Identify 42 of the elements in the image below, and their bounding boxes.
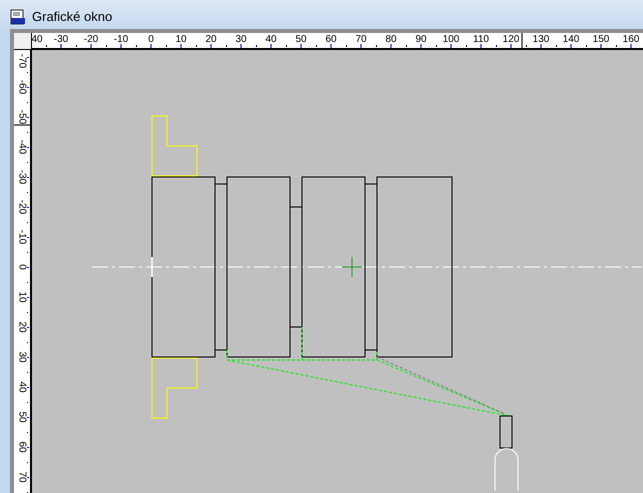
ruler-label: -30 bbox=[16, 168, 28, 186]
ruler-label: 10 bbox=[175, 34, 187, 45]
ruler-label: 50 bbox=[295, 34, 307, 45]
ruler-label: -20 bbox=[16, 198, 28, 216]
ruler-label: 30 bbox=[235, 34, 247, 45]
ruler-label: 100 bbox=[442, 34, 460, 45]
ruler-label: 0 bbox=[16, 263, 28, 272]
edge-mark bbox=[151, 257, 153, 277]
chuck-jaw bbox=[152, 358, 198, 418]
ruler-label: 10 bbox=[16, 290, 28, 305]
ruler-label: 70 bbox=[355, 34, 367, 45]
ruler-label: 50 bbox=[16, 410, 28, 425]
ruler-label: 60 bbox=[16, 440, 28, 455]
ruler-label: -40 bbox=[16, 138, 28, 156]
crosshair-icon bbox=[342, 256, 362, 278]
ruler-label: 0 bbox=[148, 34, 154, 45]
ruler-label: 150 bbox=[592, 34, 610, 45]
ruler-label: 110 bbox=[473, 34, 489, 45]
ruler-label: 120 bbox=[502, 34, 520, 45]
chuck-jaw bbox=[152, 116, 198, 176]
ruler-label: -30 bbox=[54, 34, 68, 45]
ruler-label: 80 bbox=[385, 34, 397, 45]
app-icon bbox=[10, 8, 26, 24]
ruler-label: 40 bbox=[16, 380, 28, 395]
ruler-label: -20 bbox=[84, 34, 98, 45]
ruler-label: 70 bbox=[16, 470, 28, 485]
ruler-label: -50 bbox=[16, 108, 28, 126]
ruler-label: 20 bbox=[205, 34, 217, 45]
ruler-label: 30 bbox=[16, 350, 28, 365]
ruler-label: -10 bbox=[114, 34, 128, 45]
ruler-label: 140 bbox=[562, 34, 580, 45]
ruler-label: 40 bbox=[265, 34, 277, 45]
ruler-label: 40 bbox=[32, 34, 43, 45]
ruler-label: -60 bbox=[16, 78, 28, 96]
ruler-label: 130 bbox=[532, 34, 550, 45]
ruler-label: 160 bbox=[622, 34, 640, 45]
window-title: Grafické okno bbox=[32, 9, 112, 24]
ruler-label: 90 bbox=[415, 34, 427, 45]
ruler-label: -70 bbox=[16, 52, 28, 70]
ruler-label: 60 bbox=[325, 34, 337, 45]
ruler-label: 20 bbox=[16, 320, 28, 335]
ruler-label: -10 bbox=[16, 228, 28, 246]
